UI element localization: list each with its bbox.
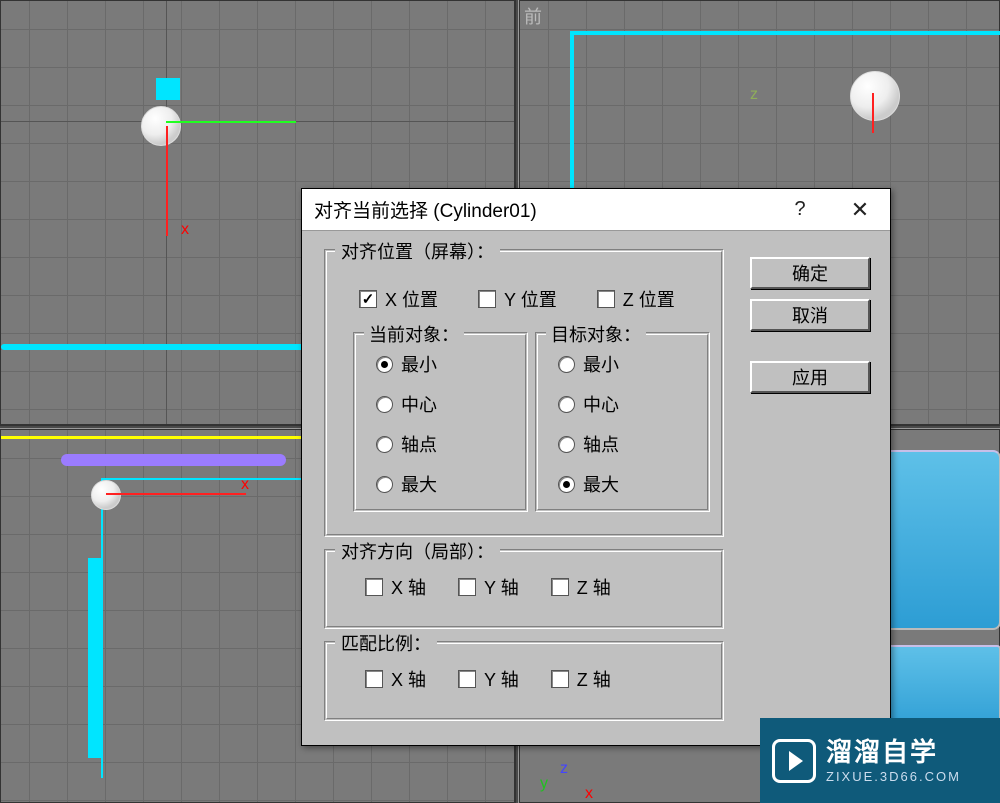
checkbox-y-position[interactable]: Y 位置 [478, 286, 557, 312]
checkbox-label: Y 轴 [484, 574, 519, 600]
checkbox-orient-x[interactable]: X 轴 [365, 574, 426, 600]
watermark-title: 溜溜自学 [826, 736, 961, 769]
radio-label-text: 最小 [401, 351, 437, 377]
radio-current-max[interactable]: 最大 [376, 471, 437, 497]
dialog-title: 对齐当前选择 (Cylinder01) [314, 196, 537, 223]
group-title: 匹配比例： [335, 630, 437, 656]
radio-icon [558, 436, 575, 453]
group-target-object: 目标对象： 最小 中心 轴点 [535, 332, 710, 512]
checkbox-scale-z[interactable]: Z 轴 [551, 666, 611, 692]
check-icon [551, 670, 569, 688]
radio-target-pivot[interactable]: 轴点 [558, 431, 619, 457]
group-current-object: 当前对象： 最小 中心 轴点 [353, 332, 528, 512]
check-icon [458, 670, 476, 688]
sphere-object [850, 71, 900, 121]
radio-current-pivot[interactable]: 轴点 [376, 431, 437, 457]
radio-current-min[interactable]: 最小 [376, 351, 437, 377]
cancel-button[interactable]: 取消 [750, 299, 870, 331]
group-title: 目标对象： [546, 321, 646, 347]
radio-icon [376, 356, 393, 373]
checkbox-label: Y 轴 [484, 666, 519, 692]
close-button[interactable]: ✕ [830, 189, 890, 231]
watermark: 溜溜自学 ZIXUE.3D66.COM [760, 718, 1000, 803]
check-icon [551, 578, 569, 596]
dialog-titlebar[interactable]: 对齐当前选择 (Cylinder01) ? ✕ [302, 189, 890, 231]
group-title: 对齐方向（局部）： [335, 538, 500, 564]
radio-label-text: 中心 [583, 391, 619, 417]
group-match-scale: 匹配比例： X 轴 Y 轴 Z 轴 [324, 641, 724, 721]
check-icon: ✓ [359, 290, 377, 308]
check-icon [365, 670, 383, 688]
radio-target-center[interactable]: 中心 [558, 391, 619, 417]
check-icon [458, 578, 476, 596]
group-align-orientation: 对齐方向（局部）： X 轴 Y 轴 Z 轴 [324, 549, 724, 629]
checkbox-z-position[interactable]: Z 位置 [597, 286, 675, 312]
checkbox-scale-x[interactable]: X 轴 [365, 666, 426, 692]
checkbox-label: X 位置 [385, 286, 438, 312]
axis-z-label: z [560, 760, 568, 778]
check-icon [478, 290, 496, 308]
viewport-label: 前 [524, 3, 542, 29]
radio-icon [376, 436, 393, 453]
help-button[interactable]: ? [770, 189, 830, 231]
radio-label-text: 最大 [401, 471, 437, 497]
play-icon [772, 739, 816, 783]
check-icon [597, 290, 615, 308]
radio-icon [558, 396, 575, 413]
radio-label-text: 中心 [401, 391, 437, 417]
group-title: 对齐位置（屏幕）： [335, 238, 500, 264]
checkbox-orient-z[interactable]: Z 轴 [551, 574, 611, 600]
align-dialog: 对齐当前选择 (Cylinder01) ? ✕ 对齐位置（屏幕）： ✓ X 位置… [301, 188, 891, 746]
axis-z-label: z [750, 86, 758, 104]
checkbox-label: Y 位置 [504, 286, 557, 312]
radio-label-text: 最小 [583, 351, 619, 377]
apply-button[interactable]: 应用 [750, 361, 870, 393]
radio-label-text: 轴点 [401, 431, 437, 457]
radio-icon [376, 396, 393, 413]
sphere-object [141, 106, 181, 146]
radio-icon [558, 356, 575, 373]
radio-target-min[interactable]: 最小 [558, 351, 619, 377]
checkbox-label: X 轴 [391, 666, 426, 692]
button-label: 取消 [792, 302, 828, 328]
radio-current-center[interactable]: 中心 [376, 391, 437, 417]
radio-icon [558, 476, 575, 493]
axis-x-label: x [585, 785, 593, 803]
group-align-position: 对齐位置（屏幕）： ✓ X 位置 Y 位置 Z 位置 当前对象： [324, 249, 724, 537]
axis-x-label: x [241, 476, 249, 494]
checkbox-label: Z 轴 [577, 574, 611, 600]
radio-icon [376, 476, 393, 493]
radio-label-text: 最大 [583, 471, 619, 497]
sphere-object [91, 480, 121, 510]
watermark-url: ZIXUE.3D66.COM [826, 769, 961, 785]
checkbox-orient-y[interactable]: Y 轴 [458, 574, 519, 600]
button-label: 应用 [792, 364, 828, 390]
checkbox-label: Z 位置 [623, 286, 675, 312]
group-title: 当前对象： [364, 321, 464, 347]
ok-button[interactable]: 确定 [750, 257, 870, 289]
radio-label-text: 轴点 [583, 431, 619, 457]
checkbox-x-position[interactable]: ✓ X 位置 [359, 286, 438, 312]
checkbox-scale-y[interactable]: Y 轴 [458, 666, 519, 692]
checkbox-label: X 轴 [391, 574, 426, 600]
checkbox-label: Z 轴 [577, 666, 611, 692]
axis-y-label: y [540, 775, 548, 793]
radio-target-max[interactable]: 最大 [558, 471, 619, 497]
check-icon [365, 578, 383, 596]
button-label: 确定 [792, 260, 828, 286]
